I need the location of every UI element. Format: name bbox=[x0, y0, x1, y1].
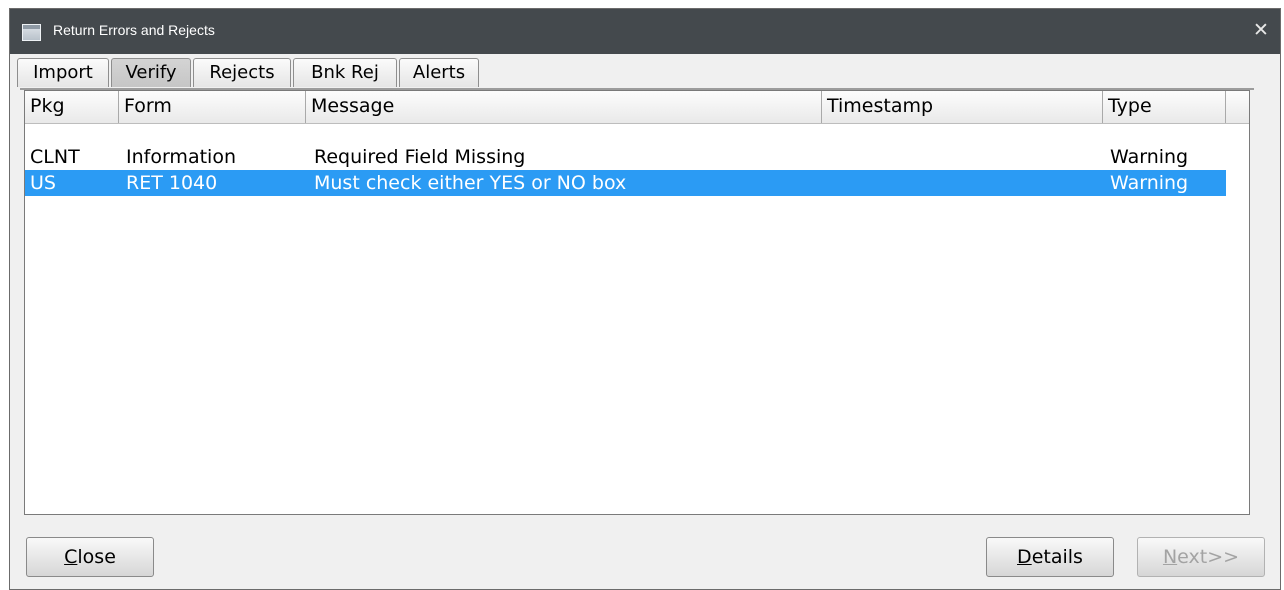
cell-pkg: US bbox=[30, 172, 56, 194]
details-button[interactable]: Details bbox=[986, 537, 1114, 577]
details-mnemonic: D bbox=[1017, 546, 1032, 568]
tab-verify[interactable]: Verify bbox=[111, 58, 191, 87]
tab-bnk-rej[interactable]: Bnk Rej bbox=[293, 58, 397, 87]
column-header-row: Pkg Form Message Timestamp Type bbox=[25, 91, 1249, 124]
cell-pkg: CLNT bbox=[30, 146, 80, 168]
column-header-pkg[interactable]: Pkg bbox=[25, 91, 119, 123]
app-window-icon bbox=[22, 24, 41, 41]
table-row[interactable]: CLNT Information Required Field Missing … bbox=[25, 144, 1226, 170]
column-header-form[interactable]: Form bbox=[119, 91, 306, 123]
close-button[interactable]: Close bbox=[26, 537, 154, 577]
cell-message: Must check either YES or NO box bbox=[314, 172, 627, 194]
column-header-filler bbox=[1226, 91, 1249, 123]
title-bar[interactable]: Return Errors and Rejects ✕ bbox=[10, 9, 1280, 54]
cell-form: Information bbox=[126, 146, 236, 168]
next-label: ext>> bbox=[1177, 546, 1240, 568]
cell-type: Warning bbox=[1110, 146, 1189, 168]
cell-message: Required Field Missing bbox=[314, 146, 526, 168]
column-header-message[interactable]: Message bbox=[306, 91, 822, 123]
close-label: lose bbox=[77, 546, 116, 568]
window-close-icon[interactable]: ✕ bbox=[1250, 18, 1272, 42]
tab-rejects[interactable]: Rejects bbox=[193, 58, 291, 87]
cell-form: RET 1040 bbox=[126, 172, 218, 194]
close-mnemonic: C bbox=[64, 546, 78, 568]
column-header-timestamp[interactable]: Timestamp bbox=[822, 91, 1103, 123]
tab-import[interactable]: Import bbox=[17, 58, 109, 87]
next-mnemonic: N bbox=[1162, 546, 1178, 568]
window-title: Return Errors and Rejects bbox=[53, 22, 215, 38]
cell-type: Warning bbox=[1110, 172, 1189, 194]
details-label: etails bbox=[1031, 546, 1083, 568]
column-header-type[interactable]: Type bbox=[1103, 91, 1226, 123]
table-row-selected[interactable]: US RET 1040 Must check either YES or NO … bbox=[25, 170, 1226, 196]
errors-list[interactable]: Pkg Form Message Timestamp Type CLNT Inf… bbox=[24, 90, 1250, 515]
next-button[interactable]: Next>> bbox=[1137, 537, 1265, 577]
tab-alerts[interactable]: Alerts bbox=[399, 58, 479, 87]
